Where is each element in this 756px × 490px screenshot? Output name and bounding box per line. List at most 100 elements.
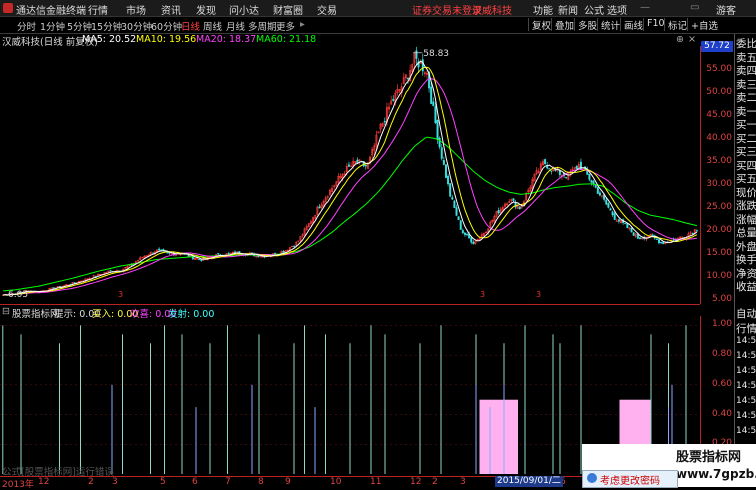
date-tick: 10	[330, 477, 342, 487]
indicator-name[interactable]: 股票指标网	[12, 306, 60, 320]
period-tab-1min[interactable]: 1分钟	[40, 19, 65, 33]
menu-item-ask[interactable]: 问小达	[229, 2, 259, 17]
period-tab-daily[interactable]: 日线	[181, 19, 200, 33]
period-tab-more[interactable]: 更多	[276, 19, 295, 33]
price-tick: 55.00	[706, 64, 732, 75]
candle-body	[657, 239, 660, 244]
minimize-icon[interactable]: —	[640, 2, 650, 13]
menu-item-newsfeed[interactable]: 新闻	[558, 2, 578, 17]
candle-body	[421, 59, 424, 72]
candle-body	[639, 237, 641, 239]
ma-info-bar: 汉威科技(日线 前复权) MA5: 20.52 MA10: 19.56 MA20…	[0, 34, 700, 48]
period-tab-multi[interactable]: 多周期	[248, 19, 277, 33]
high-price-label: 58.83	[423, 49, 449, 59]
guest-label[interactable]: 游客	[716, 2, 736, 17]
candle-body	[392, 99, 395, 101]
candle-body	[217, 253, 220, 255]
date-tick: 2	[432, 477, 438, 487]
mark-button[interactable]: 标记	[664, 18, 687, 32]
indicator-toggle-icon[interactable]: ⊟	[2, 306, 10, 317]
candle-body	[356, 159, 359, 164]
price-tick: 45.00	[706, 110, 732, 121]
chart-close-icon[interactable]: ×	[688, 34, 696, 45]
candle-body	[588, 173, 591, 180]
lightbulb-icon	[587, 473, 597, 483]
adjust-button[interactable]: 复权	[528, 18, 551, 32]
menu-item-formula[interactable]: 公式	[584, 2, 604, 17]
ma5-value: MA5: 20.52	[82, 34, 137, 45]
indicator-tick: 0.60	[711, 378, 732, 389]
candle-body	[579, 161, 582, 170]
candle-body	[550, 170, 553, 172]
candle-body	[466, 234, 469, 236]
period-tab-weekly[interactable]: 周线	[203, 19, 222, 33]
multi-stock-button[interactable]: 多股	[574, 18, 597, 32]
period-tab-30min[interactable]: 30分钟	[121, 19, 152, 33]
menu-item-discover[interactable]: 发现	[196, 2, 216, 17]
menu-item-function[interactable]: 功能	[533, 2, 553, 17]
candle-body	[463, 232, 466, 235]
candle-body	[438, 137, 441, 148]
price-tick: 25.00	[706, 202, 732, 213]
candle-body	[609, 208, 612, 211]
candle-body	[497, 210, 500, 214]
quote-field-label: 收益	[736, 281, 756, 293]
date-tick: 7	[225, 477, 231, 487]
last-price-badge: 57.72	[701, 41, 733, 52]
price-tick: 15.00	[706, 248, 732, 259]
candle-body	[94, 275, 97, 277]
candle-body	[695, 230, 698, 232]
candle-body	[434, 106, 437, 124]
period-tab-intraday[interactable]: 分时	[17, 19, 36, 33]
candle-body	[630, 227, 633, 233]
period-tab-60min[interactable]: 60分钟	[151, 19, 182, 33]
f10-button[interactable]: F10	[643, 18, 665, 31]
candle-body	[662, 241, 665, 244]
password-tip-text: 考虑更改密码	[600, 476, 660, 487]
password-tip[interactable]: 考虑更改密码	[582, 470, 678, 488]
menu-item-wealth[interactable]: 财富圈	[273, 2, 303, 17]
draw-line-button[interactable]: 画线	[620, 18, 643, 32]
chart-canvas[interactable]: 58.83 6.05	[0, 46, 700, 476]
menu-item-options[interactable]: 选项	[607, 2, 627, 17]
candle-body	[660, 241, 663, 244]
candle-body	[691, 233, 694, 235]
candle-body	[151, 252, 154, 254]
indicator-tick: 0.80	[711, 349, 732, 360]
app-title: 通达信金融终端	[16, 6, 86, 17]
period-tab-15min[interactable]: 15分钟	[91, 19, 122, 33]
chart-settings-icon[interactable]: ⊕	[676, 34, 684, 45]
period-tab-monthly[interactable]: 月线	[226, 19, 245, 33]
candle-body	[451, 197, 454, 200]
candle-body	[440, 147, 443, 159]
ma10-value: MA10: 19.56	[136, 34, 197, 45]
overlay-button[interactable]: 叠加	[551, 18, 574, 32]
menu-item-quotes[interactable]: 行情	[88, 2, 108, 17]
candle-body	[447, 175, 450, 185]
candle-body	[293, 246, 296, 248]
ma60-line	[3, 136, 698, 292]
candle-body	[407, 77, 409, 80]
candle-body	[455, 207, 458, 216]
candle-body	[432, 101, 435, 106]
candle-body	[461, 230, 464, 234]
candle-body	[598, 192, 601, 196]
indicator-info-bar: ⊟ 股票指标网 提示: 0.00 买入: 0.00 欢喜: 0.00 发射: 0…	[0, 304, 700, 320]
restore-icon[interactable]: ▭	[690, 2, 699, 13]
statistics-button[interactable]: 统计	[597, 18, 620, 32]
trade-time-label: 14:50	[736, 351, 756, 361]
candle-body	[436, 120, 439, 140]
menu-item-trade[interactable]: 交易	[317, 2, 337, 17]
period-tab-5min[interactable]: 5分钟	[67, 19, 92, 33]
menu-item-news[interactable]: 资讯	[161, 2, 181, 17]
candle-body	[415, 50, 418, 59]
candle-body	[626, 223, 629, 228]
ma20-value: MA20: 18.37	[196, 34, 257, 45]
app-logo-icon	[3, 3, 13, 13]
add-watchlist-button[interactable]: +自选	[687, 18, 718, 32]
more-arrow-icon[interactable]: ▸	[300, 19, 305, 30]
candle-body	[651, 234, 654, 237]
price-tick: 20.00	[706, 225, 732, 236]
menu-item-market[interactable]: 市场	[126, 2, 146, 17]
watermark-title: 股票指标网	[676, 450, 742, 465]
